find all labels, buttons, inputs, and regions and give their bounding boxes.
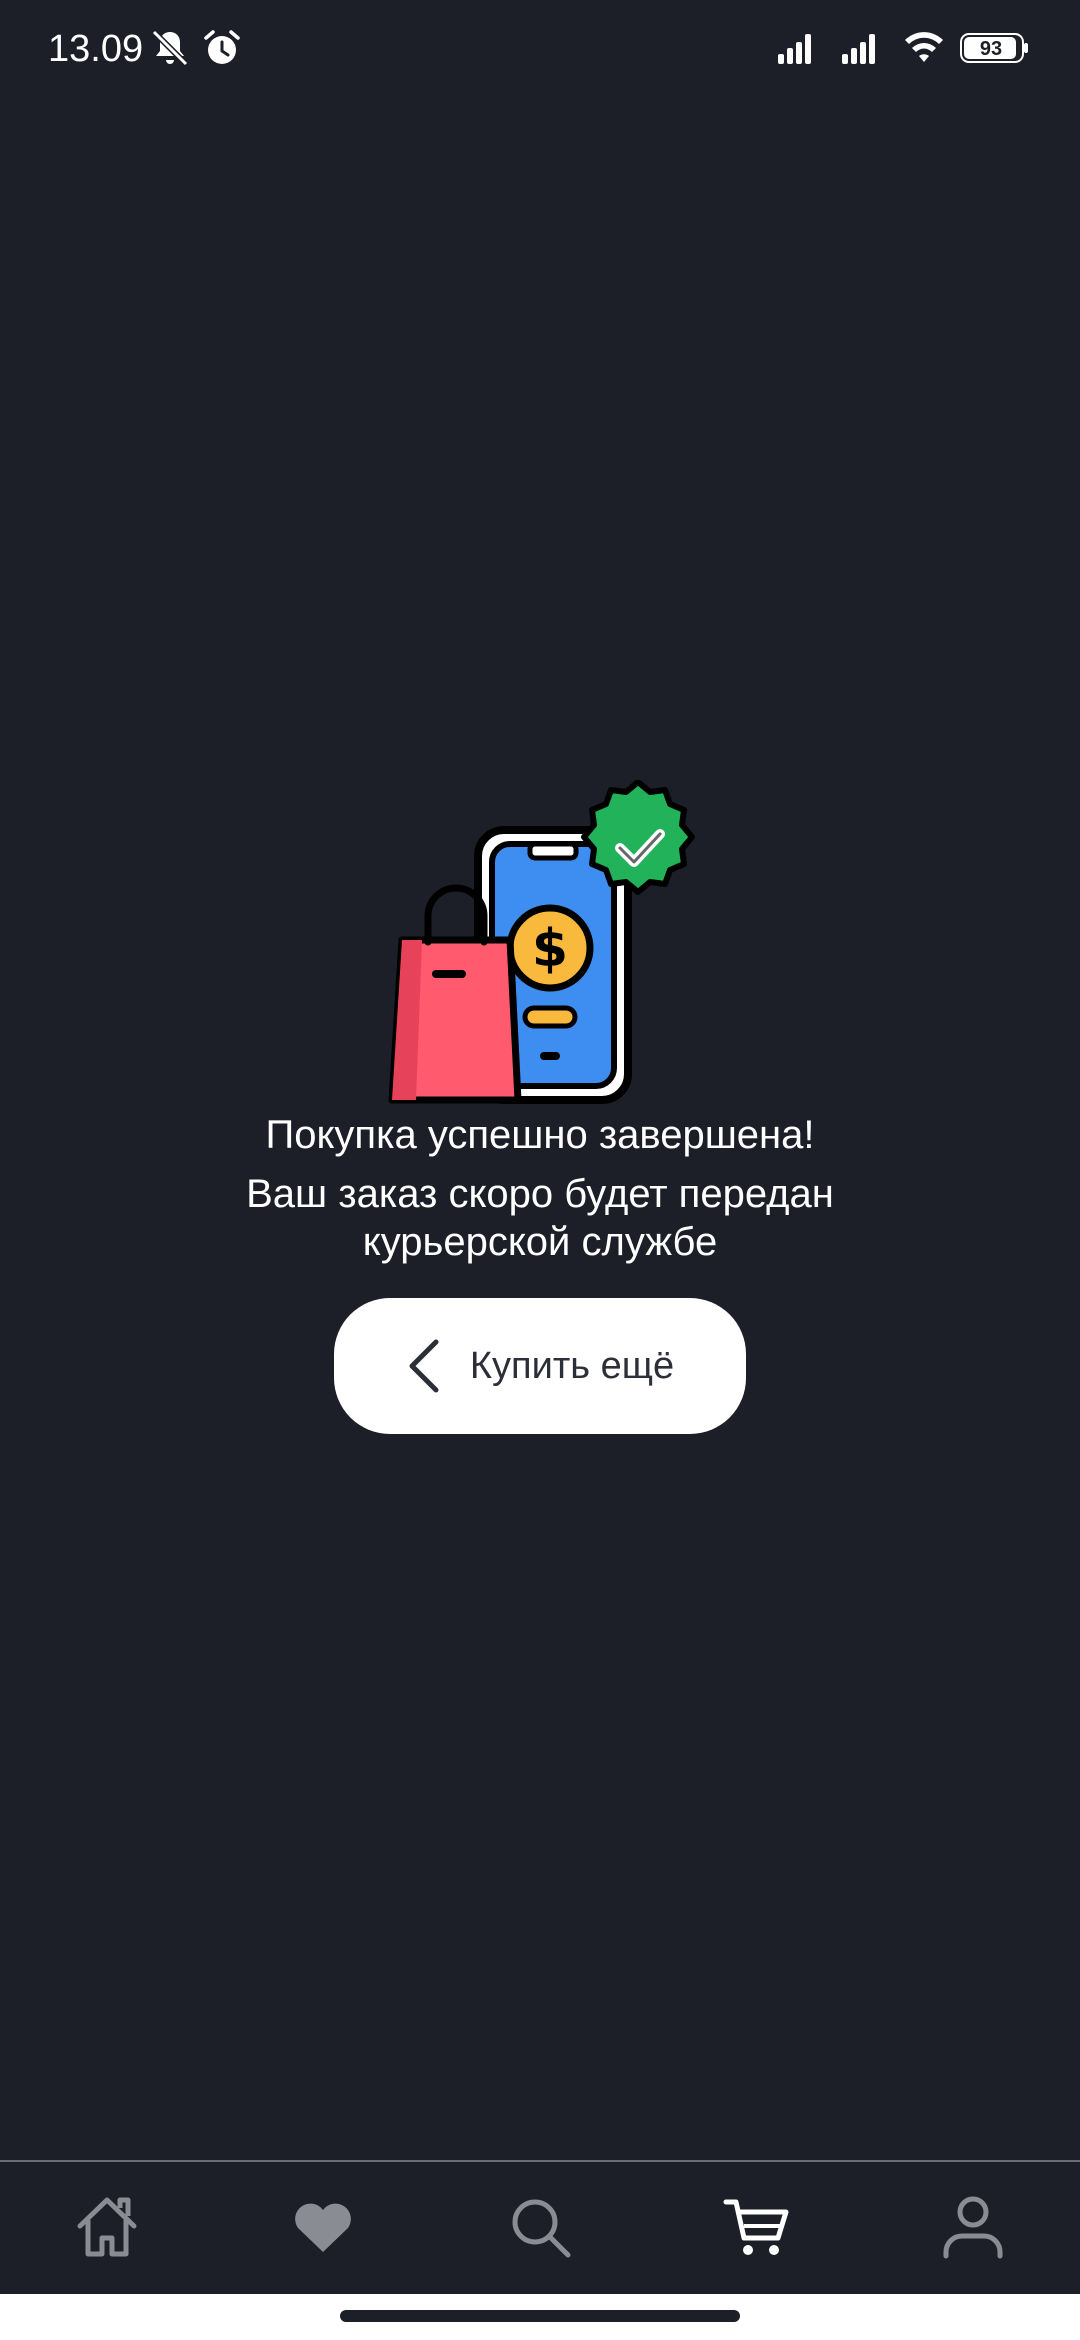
alarm-icon xyxy=(204,30,240,64)
nav-item-profile[interactable] xyxy=(928,2182,1018,2272)
home-icon xyxy=(77,2197,137,2257)
status-time: 13.09 xyxy=(48,28,144,70)
profile-icon xyxy=(943,2196,1003,2259)
nav-item-home[interactable] xyxy=(62,2182,152,2272)
purchase-success-illustration: $ xyxy=(388,780,695,1104)
chevron-left-icon xyxy=(409,1339,439,1393)
status-bar: 13.09 93 xyxy=(0,0,1080,100)
signal-icon xyxy=(842,34,875,64)
buy-more-label: Купить ещё xyxy=(469,1344,675,1387)
bottom-navigation xyxy=(0,2160,1080,2296)
heart-icon xyxy=(295,2203,351,2252)
success-title: Покупка успешно завершена! xyxy=(265,1113,815,1157)
bell-muted-icon xyxy=(151,29,189,67)
search-icon xyxy=(512,2199,571,2258)
nav-item-cart[interactable] xyxy=(712,2182,802,2272)
wifi-icon xyxy=(905,32,943,62)
battery-level: 93 xyxy=(980,38,1002,60)
battery-icon: 93 xyxy=(960,33,1028,63)
success-subtitle: Ваш заказ скоро будет передан курьерской… xyxy=(246,1172,834,1264)
cart-icon xyxy=(723,2199,789,2255)
signal-icon xyxy=(778,34,811,64)
nav-item-search[interactable] xyxy=(495,2182,585,2272)
nav-item-favorites[interactable] xyxy=(278,2182,368,2272)
svg-text:$: $ xyxy=(532,919,568,979)
home-indicator[interactable] xyxy=(340,2310,740,2322)
buy-more-button[interactable]: Купить ещё xyxy=(334,1298,746,1434)
